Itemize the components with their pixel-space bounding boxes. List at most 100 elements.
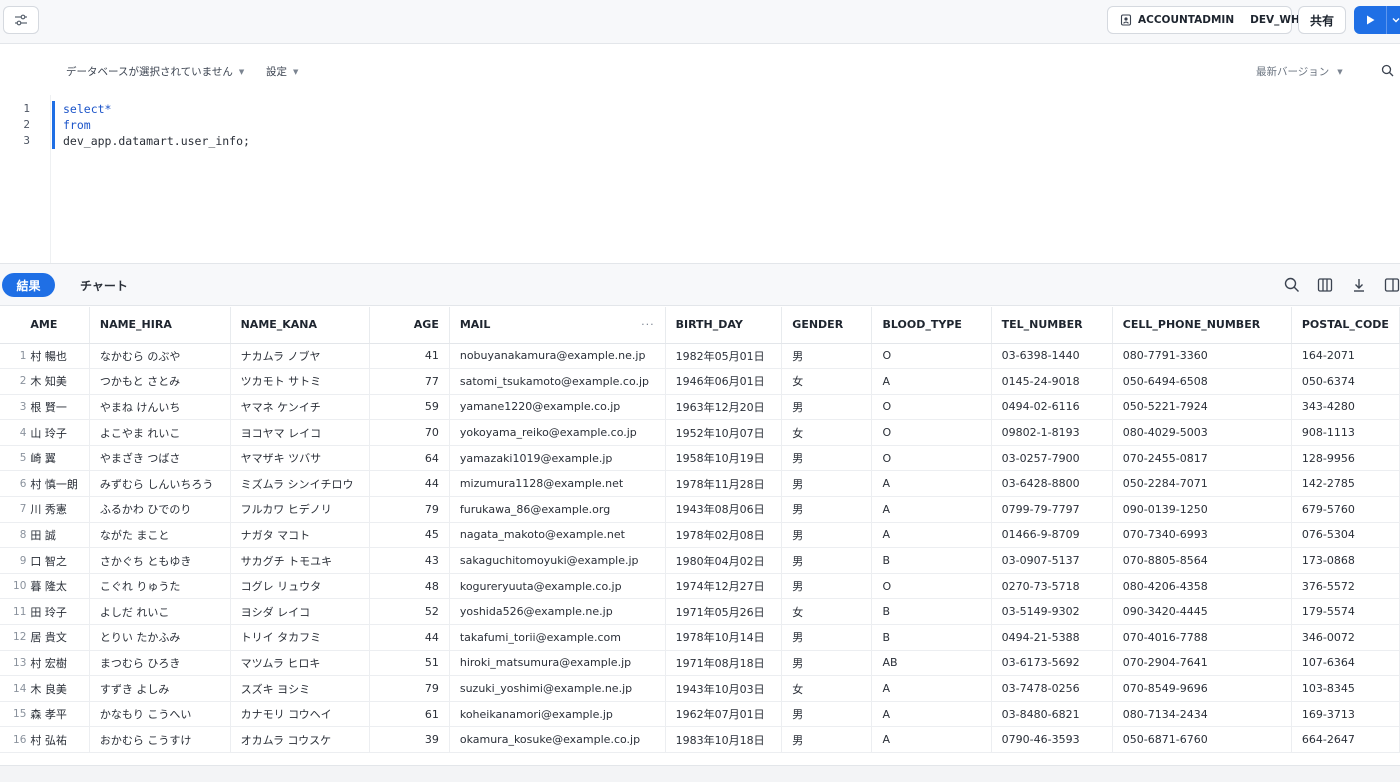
- column-header[interactable]: NAME_HIRA: [89, 307, 231, 344]
- table-cell[interactable]: 1943年08月06日: [665, 496, 783, 523]
- table-cell[interactable]: よしだ れいこ: [89, 598, 231, 626]
- table-cell[interactable]: 男: [781, 522, 873, 549]
- table-cell[interactable]: 木 知美: [30, 368, 90, 395]
- table-cell[interactable]: スズキ ヨシミ: [230, 675, 371, 702]
- table-cell[interactable]: なかむら のぶや: [89, 343, 231, 370]
- table-cell[interactable]: 1978年10月14日: [665, 624, 783, 651]
- table-cell[interactable]: 080-7791-3360: [1112, 343, 1292, 370]
- database-selector[interactable]: データベースが選択されていません ▼: [66, 64, 244, 79]
- more-options-icon[interactable]: ···: [641, 318, 655, 331]
- table-cell[interactable]: 0494-21-5388: [991, 624, 1113, 651]
- tab-chart[interactable]: チャート: [80, 277, 128, 294]
- chevron-down-icon[interactable]: [1391, 15, 1400, 25]
- table-cell[interactable]: 44: [369, 470, 450, 498]
- table-cell[interactable]: 03-7478-0256: [991, 675, 1113, 702]
- table-cell[interactable]: 村 暢也: [30, 343, 90, 370]
- table-cell[interactable]: B: [871, 547, 992, 574]
- table-cell[interactable]: 51: [369, 650, 450, 677]
- table-cell[interactable]: ふるかわ ひでのり: [89, 496, 231, 523]
- table-cell[interactable]: 03-0907-5137: [991, 547, 1113, 574]
- table-cell[interactable]: 男: [781, 394, 873, 421]
- table-cell[interactable]: 090-0139-1250: [1112, 496, 1292, 523]
- table-row[interactable]: 13 村 宏樹 まつむら ひろき マツムラ ヒロキ 51 hiroki_matsumura…: [0, 650, 1400, 677]
- table-cell[interactable]: A: [871, 522, 992, 549]
- table-cell[interactable]: 村 慎一朗: [30, 470, 90, 498]
- table-cell[interactable]: suzuki_yoshimi@example.ne.jp: [449, 675, 666, 702]
- table-cell[interactable]: 1982年05月01日: [665, 343, 783, 370]
- table-cell[interactable]: 根 賢一: [30, 394, 90, 421]
- table-cell[interactable]: 050-6871-6760: [1112, 726, 1292, 753]
- table-cell[interactable]: つかもと さとみ: [89, 368, 231, 395]
- table-row[interactable]: 5崎 翼やまざき つばさ ヤマザキ ツバサ 64 yamazaki1019@examp…: [0, 445, 1400, 472]
- table-cell[interactable]: 1971年05月26日: [665, 598, 783, 626]
- table-cell[interactable]: O: [871, 419, 992, 446]
- table-cell[interactable]: A: [871, 701, 992, 728]
- table-cell[interactable]: satomi_tsukamoto@example.co.jp: [449, 368, 666, 395]
- table-cell[interactable]: 0270-73-5718: [991, 573, 1113, 600]
- table-cell[interactable]: B: [871, 624, 992, 651]
- table-cell[interactable]: 男: [781, 573, 873, 600]
- code-line[interactable]: dev_app.datamart.user_info;: [63, 134, 250, 148]
- tab-results[interactable]: 結果: [2, 273, 55, 297]
- table-cell[interactable]: 男: [781, 343, 873, 370]
- table-cell[interactable]: 男: [781, 726, 873, 753]
- table-cell[interactable]: 03-5149-9302: [991, 598, 1113, 626]
- table-cell[interactable]: 木 良美: [30, 675, 90, 702]
- table-cell[interactable]: 01466-9-8709: [991, 522, 1113, 549]
- table-cell[interactable]: 179-5574: [1291, 598, 1400, 626]
- filter-settings-button[interactable]: [3, 6, 39, 34]
- table-cell[interactable]: B: [871, 598, 992, 626]
- table-cell[interactable]: 59: [369, 394, 450, 421]
- table-row[interactable]: 14 木 良美 すずき よしみ スズキ ヨシミ 79 suzuki_yoshimi@exa…: [0, 675, 1400, 702]
- table-cell[interactable]: kogureryuuta@example.co.jp: [449, 573, 666, 600]
- table-cell[interactable]: 1952年10月07日: [665, 419, 783, 446]
- table-cell[interactable]: 男: [781, 624, 873, 651]
- table-cell[interactable]: 169-3713: [1291, 701, 1400, 728]
- table-cell[interactable]: 口 智之: [30, 547, 90, 574]
- table-row[interactable]: 6村 慎一朗 みずむら しんいちろう ミズムラ シンイチロウ 44 mizumura11…: [0, 470, 1400, 498]
- table-cell[interactable]: 男: [781, 496, 873, 523]
- table-cell[interactable]: 070-4016-7788: [1112, 624, 1292, 651]
- table-cell[interactable]: 44: [369, 624, 450, 651]
- run-button[interactable]: [1354, 6, 1400, 34]
- table-cell[interactable]: 1974年12月27日: [665, 573, 783, 600]
- table-cell[interactable]: yokoyama_reiko@example.co.jp: [449, 419, 666, 446]
- table-row[interactable]: 1村 暢也 なかむら のぶや ナカムラ ノブヤ 41 nobuyanakamura@ex…: [0, 343, 1400, 370]
- column-header[interactable]: NAME_KANA: [230, 307, 371, 344]
- table-cell[interactable]: 男: [781, 547, 873, 574]
- table-cell[interactable]: カナモリ コウヘイ: [230, 701, 371, 728]
- table-cell[interactable]: A: [871, 496, 992, 523]
- column-header[interactable]: POSTAL_CODE: [1291, 307, 1400, 344]
- table-cell[interactable]: 050-5221-7924: [1112, 394, 1292, 421]
- table-cell[interactable]: マツムラ ヒロキ: [230, 650, 371, 677]
- table-row[interactable]: 16 村 弘祐 おかむら こうすけ オカムラ コウスケ 39 okamura_kosuke…: [0, 726, 1400, 753]
- table-cell[interactable]: まつむら ひろき: [89, 650, 231, 677]
- table-cell[interactable]: 679-5760: [1291, 496, 1400, 523]
- table-cell[interactable]: ナガタ マコト: [230, 522, 371, 549]
- table-cell[interactable]: 0799-79-7797: [991, 496, 1113, 523]
- table-row[interactable]: 2木 知美 つかもと さとみ ツカモト サトミ 77 satomi_tsukamoto@…: [0, 368, 1400, 395]
- table-row[interactable]: 3根 賢一 やまね けんいち ヤマネ ケンイチ 59 yamane1220@exampl…: [0, 394, 1400, 421]
- table-cell[interactable]: よこやま れいこ: [89, 419, 231, 446]
- table-cell[interactable]: やまね けんいち: [89, 394, 231, 421]
- table-cell[interactable]: nagata_makoto@example.net: [449, 522, 666, 549]
- table-cell[interactable]: ヨシダ レイコ: [230, 598, 371, 626]
- code-line[interactable]: from: [63, 118, 91, 132]
- table-cell[interactable]: 070-2455-0817: [1112, 445, 1292, 472]
- table-cell[interactable]: A: [871, 726, 992, 753]
- table-cell[interactable]: 1980年04月02日: [665, 547, 783, 574]
- horizontal-scrollbar[interactable]: [0, 765, 1400, 782]
- table-row[interactable]: 12 居 貴文 とりい たかふみ トリイ タカフミ 44 takafumi_torii@e…: [0, 624, 1400, 651]
- column-header[interactable]: TEL_NUMBER: [991, 307, 1113, 344]
- table-cell[interactable]: 居 貴文: [30, 624, 90, 651]
- table-cell[interactable]: yamane1220@example.co.jp: [449, 394, 666, 421]
- table-cell[interactable]: コグレ リュウタ: [230, 573, 371, 600]
- table-cell[interactable]: こぐれ りゅうた: [89, 573, 231, 600]
- table-cell[interactable]: 村 宏樹: [30, 650, 90, 677]
- table-cell[interactable]: 64: [369, 445, 450, 472]
- code-line[interactable]: select*: [63, 102, 111, 116]
- table-cell[interactable]: 128-9956: [1291, 445, 1400, 472]
- table-cell[interactable]: フルカワ ヒデノリ: [230, 496, 371, 523]
- table-row[interactable]: 11 田 玲子 よしだ れいこ ヨシダ レイコ 52 yoshida526@example…: [0, 598, 1400, 626]
- table-cell[interactable]: 41: [369, 343, 450, 370]
